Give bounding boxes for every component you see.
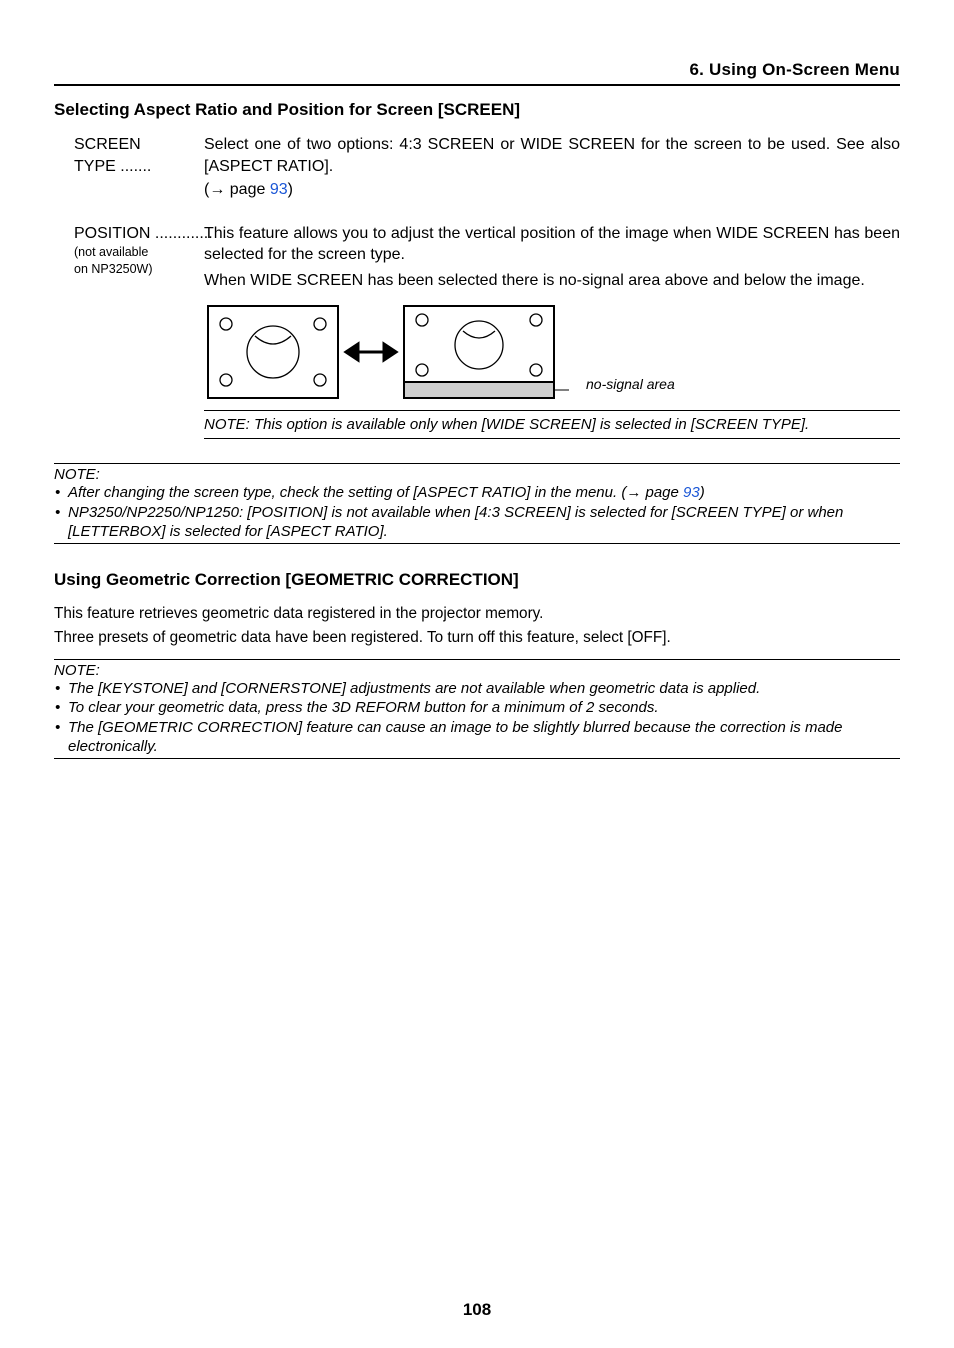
note-item-2: NP3250/NP2250/NP1250: [POSITION] is not … [54,503,900,542]
spacer [54,207,900,223]
position-inline-note: NOTE: This option is available only when… [204,410,900,440]
position-diagram: no-signal area [204,302,900,402]
aspect-diagram-svg [204,302,634,402]
page-container: 6. Using On-Screen Menu Selecting Aspect… [0,0,954,1348]
geo-body1: This feature retrieves geometric data re… [54,604,900,625]
screen-heading: Selecting Aspect Ratio and Position for … [54,100,900,120]
note-item-1: After changing the screen type, check th… [54,483,900,503]
geo-note-2: To clear your geometric data, press the … [54,698,900,718]
position-desc: This feature allows you to adjust the ve… [204,223,900,439]
position-subnote1: (not available [74,244,204,261]
geo-note-3: The [GEOMETRIC CORRECTION] feature can c… [54,718,900,757]
position-desc1: This feature allows you to adjust the ve… [204,223,900,266]
note-label: NOTE: [54,466,900,483]
ref-prefix: (→ page [204,181,270,198]
page-link-93[interactable]: 93 [270,181,288,198]
geo-body2: Three presets of geometric data have bee… [54,628,900,649]
desc-text: Select one of two options: 4:3 SCREEN or… [204,136,900,175]
term-dots: ............. [155,225,213,242]
position-desc2: When WIDE SCREEN has been selected there… [204,270,900,292]
position-row: POSITION ............. (not available on… [54,223,900,439]
screen-type-desc: Select one of two options: 4:3 SCREEN or… [204,134,900,201]
geo-note-block: NOTE: The [KEYSTONE] and [CORNERSTONE] a… [54,659,900,759]
geo-note-label: NOTE: [54,662,900,679]
inline-note-text: NOTE: This option is available only when… [204,416,809,433]
note1-pre: After changing the screen type, check th… [68,484,683,501]
note1-post: ) [700,484,705,501]
chapter-header: 6. Using On-Screen Menu [54,60,900,86]
note2-text: NP3250/NP2250/NP1250: [POSITION] is not … [68,504,843,541]
page-number: 108 [0,1300,954,1320]
no-signal-label: no-signal area [586,375,675,394]
position-subnote2: on NP3250W) [74,261,204,278]
screen-type-term: SCREEN TYPE ....... [54,134,204,177]
term-text: POSITION [74,225,150,242]
screen-type-row: SCREEN TYPE ....... Select one of two op… [54,134,900,201]
geo-note-1: The [KEYSTONE] and [CORNERSTONE] adjustm… [54,679,900,699]
term-dots: ....... [120,158,151,175]
screen-note-block: NOTE: After changing the screen type, ch… [54,463,900,544]
ref-suffix: ) [288,181,293,198]
page-ref: (→ page 93) [204,181,293,198]
page-link-93b[interactable]: 93 [683,484,700,501]
geo-heading: Using Geometric Correction [GEOMETRIC CO… [54,570,900,590]
position-term: POSITION ............. (not available on… [54,223,204,278]
